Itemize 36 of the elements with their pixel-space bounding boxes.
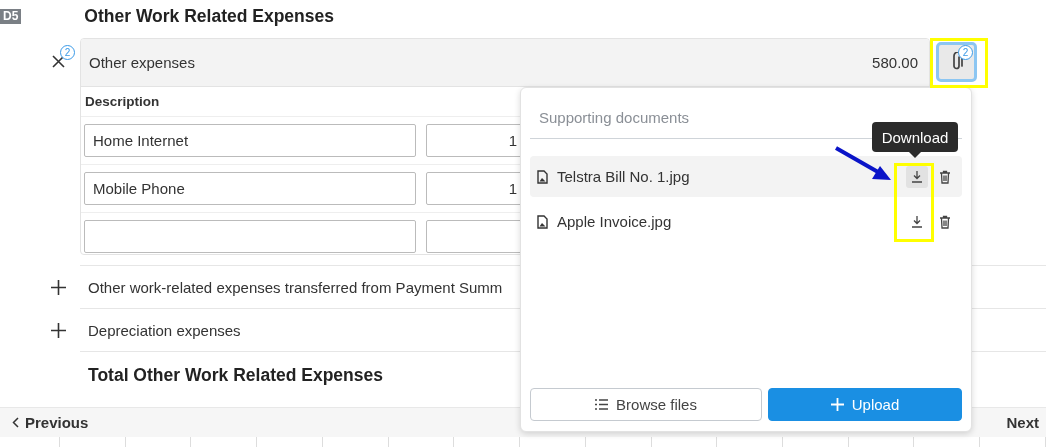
list-icon (595, 399, 609, 410)
plus-icon (830, 398, 844, 411)
total-label: Total Other Work Related Expenses (87, 364, 383, 386)
image-file-icon (537, 214, 548, 229)
description-field[interactable]: Home Internet (84, 124, 416, 157)
chevron-left-icon (12, 417, 19, 428)
paperclip-icon (950, 52, 963, 72)
count-badge: 2 (60, 45, 75, 60)
tooltip-arrow (909, 152, 921, 158)
image-file-icon (537, 169, 548, 184)
file-name: Telstra Bill No. 1.jpg (557, 168, 691, 185)
browse-files-button[interactable]: Browse files (530, 388, 762, 421)
description-field[interactable]: Mobile Phone (84, 172, 416, 205)
row-label: Other work-related expenses transferred from Payment Summ (87, 278, 503, 296)
download-icon[interactable] (906, 165, 928, 188)
file-name: Apple Invoice.jpg (557, 213, 673, 230)
expand-icon[interactable] (51, 323, 66, 338)
section-code: D5 (0, 8, 22, 24)
delete-icon[interactable] (939, 214, 951, 229)
expand-icon[interactable] (51, 280, 66, 295)
collapse-icon[interactable] (52, 55, 65, 68)
previous-link[interactable]: Previous (0, 414, 101, 431)
file-row[interactable]: Telstra Bill No. 1.jpg (530, 156, 962, 197)
description-field[interactable] (84, 220, 416, 253)
tooltip: Download (872, 122, 958, 152)
expense-label: Other expenses (89, 54, 195, 71)
file-row[interactable]: Apple Invoice.jpg (530, 201, 962, 242)
count-badge: 2 (958, 45, 973, 60)
next-link[interactable]: Next (994, 414, 1046, 431)
expense-amount: 580.00 (872, 54, 918, 71)
section-title: Other Work Related Expenses (84, 5, 334, 27)
highlight-frame (930, 38, 988, 88)
row-label: Depreciation expenses (87, 321, 241, 339)
column-header: Description (85, 94, 160, 109)
delete-icon[interactable] (939, 169, 951, 184)
pointer-arrow (835, 146, 891, 180)
